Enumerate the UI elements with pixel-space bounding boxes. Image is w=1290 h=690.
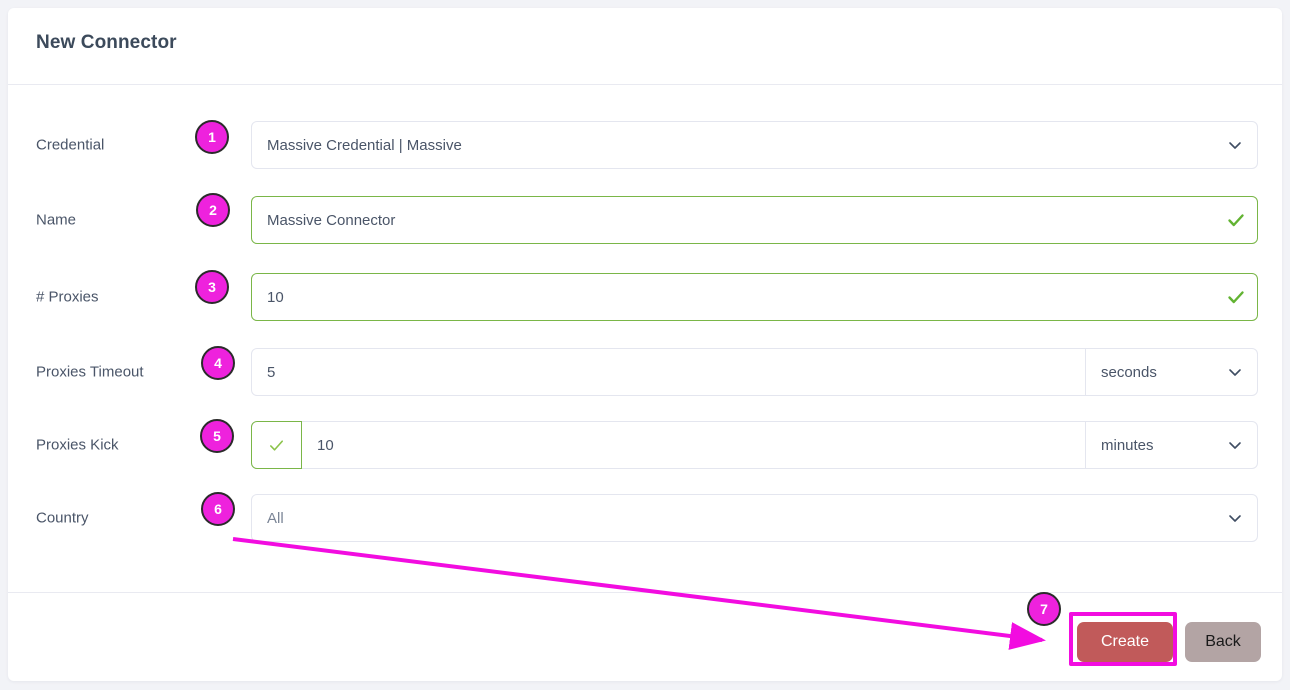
annotation-badge-5: 5 [200,419,234,453]
annotation-badge-4: 4 [201,346,235,380]
annotation-badge-7: 7 [1027,592,1061,626]
proxies-kick-unit-select[interactable]: minutes [1085,422,1257,468]
country-value: All [267,509,284,527]
annotation-badge-3: 3 [195,270,229,304]
card-footer: Create Back [8,592,1282,681]
page-title: New Connector [36,32,177,53]
check-valid-icon [1215,274,1257,320]
check-valid-icon [1215,197,1257,243]
credential-value: Massive Credential | Massive [267,136,462,154]
back-button[interactable]: Back [1185,622,1261,662]
card-header: New Connector [8,8,1282,85]
create-button[interactable]: Create [1077,622,1173,662]
chevron-down-icon[interactable] [1213,495,1257,541]
form-row-country: Country All [8,494,1282,542]
annotation-badge-1: 1 [195,120,229,154]
label-country: Country [36,509,89,527]
chevron-down-icon[interactable] [1213,122,1257,168]
label-credential: Credential [36,136,105,154]
num-proxies-input[interactable]: 10 [251,273,1258,321]
proxies-timeout-input[interactable]: 5 [252,349,1085,395]
name-value: Massive Connector [267,211,396,229]
annotation-badge-6: 6 [201,492,235,526]
chevron-down-icon[interactable] [1213,437,1257,453]
annotation-badge-2: 2 [196,193,230,227]
label-proxies-timeout: Proxies Timeout [36,363,144,381]
label-proxies-kick: Proxies Kick [36,436,119,454]
chevron-down-icon[interactable] [1213,364,1257,380]
form-row-proxies-kick: Proxies Kick 10 minutes [8,421,1282,469]
form-row-proxies-timeout: Proxies Timeout 5 seconds [8,348,1282,396]
name-input[interactable]: Massive Connector [251,196,1258,244]
proxies-kick-checkbox[interactable] [251,421,302,469]
proxies-kick-group: 10 minutes [251,421,1258,469]
connector-form: Credential Massive Credential | Massive … [8,85,1282,592]
proxies-timeout-unit-value: seconds [1101,363,1157,381]
label-num-proxies: # Proxies [36,288,99,306]
label-name: Name [36,211,77,229]
proxies-kick-input[interactable]: 10 [302,422,1085,468]
new-connector-card: New Connector Credential Massive Credent… [8,8,1282,681]
screen-root: New Connector Credential Massive Credent… [0,0,1290,690]
proxies-timeout-unit-select[interactable]: seconds [1085,349,1257,395]
country-select[interactable]: All [251,494,1258,542]
proxies-timeout-group: 5 seconds [251,348,1258,396]
num-proxies-value: 10 [267,288,284,306]
credential-select[interactable]: Massive Credential | Massive [251,121,1258,169]
proxies-kick-unit-value: minutes [1101,436,1154,454]
